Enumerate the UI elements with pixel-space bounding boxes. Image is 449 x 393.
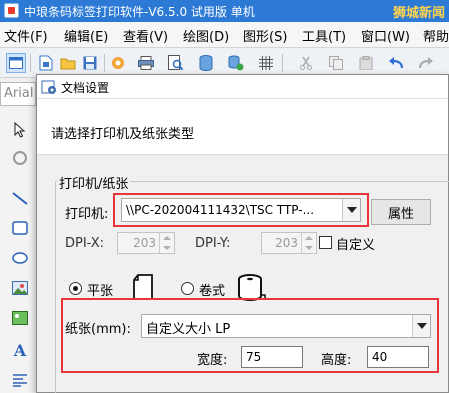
printer-label: 打印机: bbox=[65, 207, 109, 222]
menu-file[interactable]: 文件(F) bbox=[4, 26, 48, 45]
printer-paper-group-label: 打印机/纸张 bbox=[57, 173, 131, 192]
copy-icon[interactable] bbox=[326, 53, 346, 73]
select-pointer-icon[interactable] bbox=[10, 120, 30, 140]
open-folder-icon[interactable] bbox=[58, 53, 78, 73]
menu-view[interactable]: 查看(V) bbox=[123, 26, 168, 45]
database-settings-icon[interactable] bbox=[226, 53, 246, 73]
menu-draw[interactable]: 绘图(D) bbox=[183, 26, 229, 45]
document-settings-dialog: 文档设置 请选择打印机及纸张类型 打印机/纸张 打印机: \\PC-202004… bbox=[36, 74, 449, 393]
chevron-down-icon[interactable] bbox=[412, 315, 430, 337]
dpi-y-spinner-arrows-icon[interactable] bbox=[301, 233, 316, 253]
database-icon[interactable] bbox=[196, 53, 216, 73]
dpi-y-spinner[interactable]: 203 bbox=[261, 232, 317, 254]
rotate-tool-icon[interactable] bbox=[10, 148, 30, 168]
dpi-x-spinner[interactable]: 203 bbox=[117, 232, 175, 254]
paper-size-select-value: 自定义大小 LP bbox=[146, 322, 231, 337]
app-title: 中琅条码标签打印软件-V6.5.0 试用版 单机 bbox=[24, 5, 255, 19]
sheet-paper-label: 平张 bbox=[87, 284, 114, 299]
roll-paper-label: 卷式 bbox=[199, 284, 226, 299]
paper-size-select[interactable]: 自定义大小 LP bbox=[141, 314, 431, 338]
left-tool-panel: A bbox=[0, 108, 38, 393]
sheet-paper-radio[interactable] bbox=[69, 282, 82, 295]
paragraph-tool-icon[interactable] bbox=[10, 370, 30, 390]
width-label: 宽度: bbox=[197, 353, 228, 368]
text-tool-icon[interactable]: A bbox=[10, 340, 30, 360]
font-name-field[interactable]: Arial bbox=[0, 82, 36, 106]
paper-size-label: 纸张(mm): bbox=[65, 322, 131, 337]
watermark-text: 狮城新闻 bbox=[392, 6, 445, 21]
app-titlebar: 中琅条码标签打印软件-V6.5.0 试用版 单机 狮城新闻 bbox=[0, 0, 449, 22]
dialog-settings-icon bbox=[41, 79, 57, 95]
custom-dpi-checkbox[interactable] bbox=[319, 236, 332, 249]
width-field[interactable]: 75 bbox=[241, 346, 303, 368]
ellipse-tool-icon[interactable] bbox=[10, 248, 30, 268]
dpi-y-label: DPI-Y: bbox=[195, 236, 231, 251]
printer-properties-button[interactable]: 属性 bbox=[371, 199, 431, 225]
rectangle-tool-icon[interactable] bbox=[10, 218, 30, 238]
menu-shape[interactable]: 图形(S) bbox=[243, 26, 287, 45]
print-icon[interactable] bbox=[136, 53, 156, 73]
menu-edit[interactable]: 编辑(E) bbox=[64, 26, 108, 45]
dpi-y-value: 203 bbox=[275, 236, 298, 250]
dpi-x-label: DPI-X: bbox=[65, 236, 105, 251]
redo-icon[interactable] bbox=[416, 53, 436, 73]
new-document-icon[interactable] bbox=[36, 53, 56, 73]
custom-dpi-label: 自定义 bbox=[336, 238, 376, 253]
settings-gear-icon[interactable] bbox=[108, 53, 128, 73]
dpi-x-value: 203 bbox=[133, 236, 156, 250]
dialog-titlebar: 文档设置 bbox=[37, 75, 448, 99]
height-field[interactable]: 40 bbox=[367, 346, 429, 368]
grid-icon[interactable] bbox=[256, 53, 276, 73]
window-layout-icon[interactable] bbox=[6, 53, 26, 73]
save-icon[interactable] bbox=[80, 53, 100, 73]
height-label: 高度: bbox=[321, 353, 352, 368]
line-tool-icon[interactable] bbox=[10, 188, 30, 208]
image-tool-icon[interactable] bbox=[10, 278, 30, 298]
app-logo-icon bbox=[4, 3, 19, 18]
print-preview-icon[interactable] bbox=[166, 53, 186, 73]
paste-icon[interactable] bbox=[356, 53, 376, 73]
roll-paper-radio[interactable] bbox=[181, 282, 194, 295]
menu-window[interactable]: 窗口(W) bbox=[361, 26, 410, 45]
dpi-x-spinner-arrows-icon[interactable] bbox=[159, 233, 174, 253]
cut-icon[interactable] bbox=[296, 53, 316, 73]
undo-icon[interactable] bbox=[386, 53, 406, 73]
printer-highlight-box bbox=[113, 193, 369, 227]
menu-help[interactable]: 帮助 bbox=[423, 26, 449, 45]
menu-tools[interactable]: 工具(T) bbox=[302, 26, 346, 45]
dialog-header-area: 请选择打印机及纸张类型 bbox=[37, 99, 448, 155]
dialog-prompt: 请选择打印机及纸张类型 bbox=[51, 127, 195, 142]
dialog-title: 文档设置 bbox=[61, 81, 110, 95]
picture-tool-icon[interactable] bbox=[10, 308, 30, 328]
menu-bar: 文件(F) 编辑(E) 查看(V) 绘图(D) 图形(S) 工具(T) 窗口(W… bbox=[0, 22, 449, 48]
